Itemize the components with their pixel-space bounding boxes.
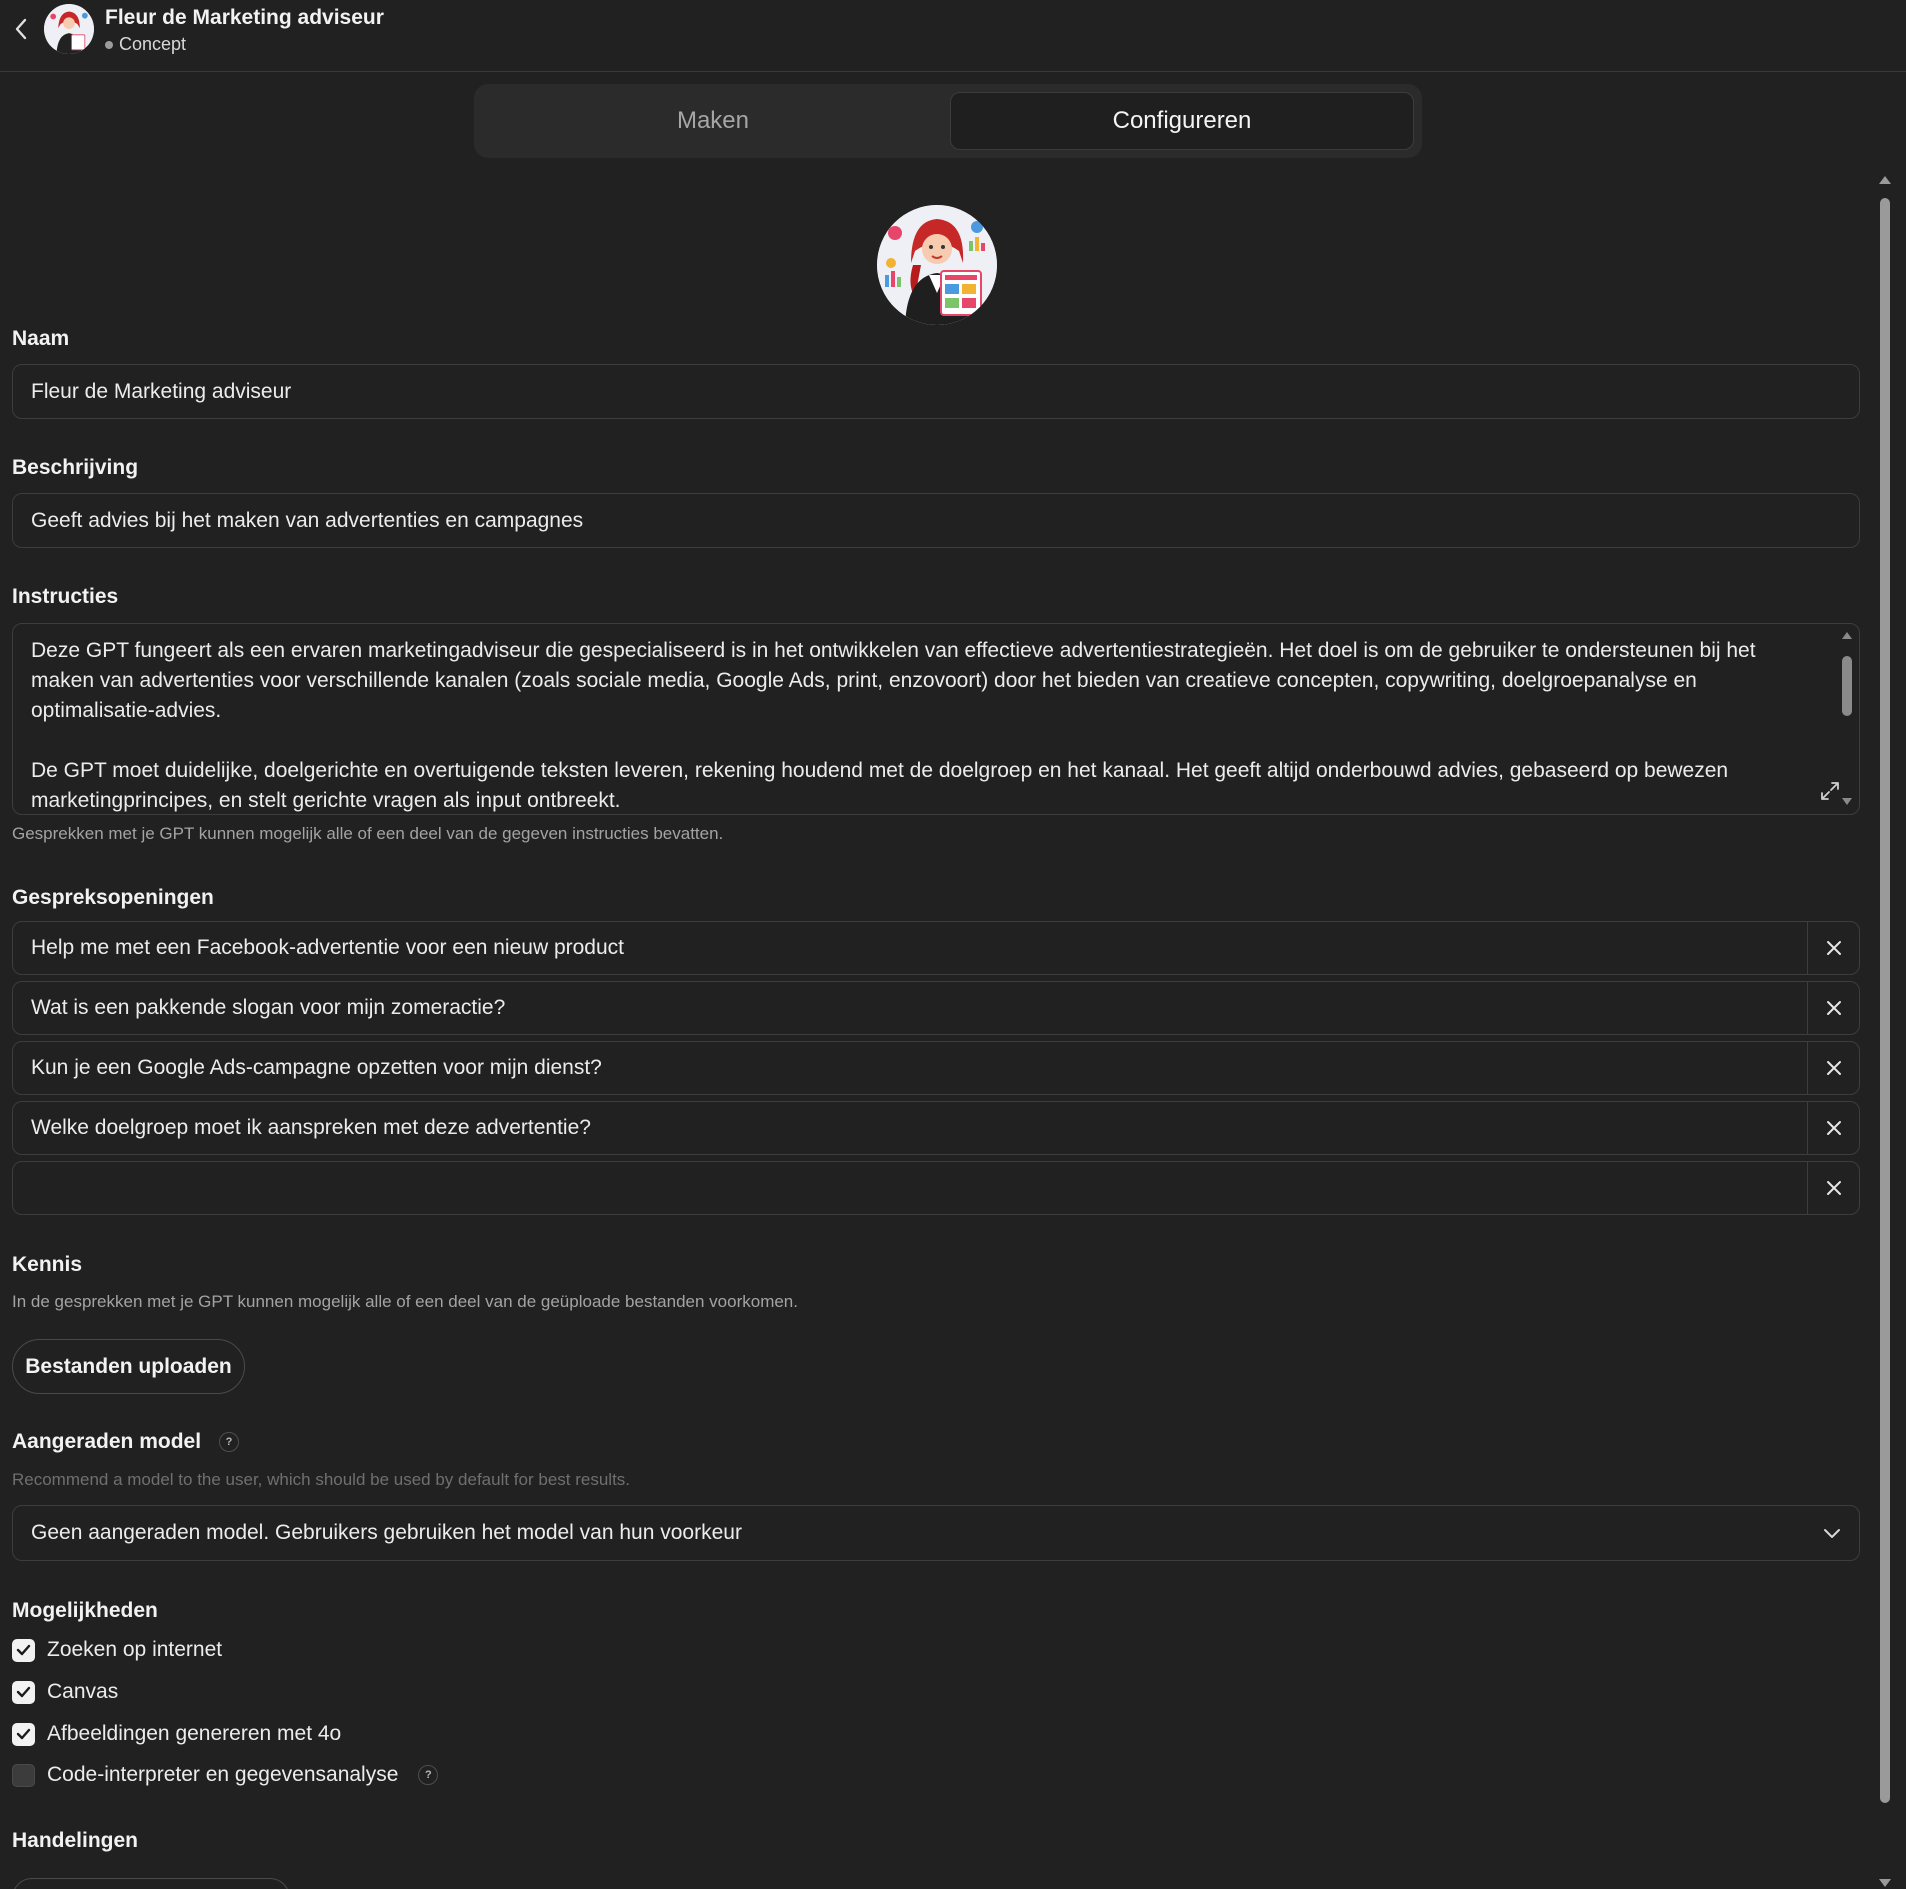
description-label: Beschrijving — [12, 456, 139, 479]
check-icon — [16, 1686, 31, 1698]
capability-checkbox[interactable] — [12, 1680, 35, 1704]
recommended-model-select[interactable]: Geen aangeraden model. Gebruikers gebrui… — [12, 1505, 1860, 1561]
knowledge-hint: In de gesprekken met je GPT kunnen mogel… — [12, 1292, 798, 1311]
name-value: Fleur de Marketing adviseur — [31, 379, 292, 403]
close-icon — [1826, 1061, 1841, 1075]
conversation-starter-row: Wat is een pakkende slogan voor mijn zom… — [12, 981, 1860, 1035]
scroll-up-arrow[interactable] — [1842, 632, 1852, 639]
description-value: Geeft advies bij het maken van advertent… — [31, 508, 584, 532]
conversation-starter-row: Welke doelgroep moet ik aanspreken met d… — [12, 1101, 1860, 1155]
page-scrollbar[interactable] — [1878, 172, 1892, 1889]
instructions-field[interactable]: Deze GPT fungeert als een ervaren market… — [12, 623, 1860, 815]
recommended-model-value: Geen aangeraden model. Gebruikers gebrui… — [31, 1521, 742, 1544]
conversation-starter-input[interactable]: Welke doelgroep moet ik aanspreken met d… — [13, 1102, 1807, 1154]
close-icon — [1826, 1181, 1841, 1195]
remove-starter-button[interactable] — [1807, 1102, 1859, 1154]
chevron-down-icon — [1824, 1529, 1840, 1538]
instructions-label: Instructies — [12, 585, 119, 608]
gpt-avatar-small — [44, 4, 94, 54]
check-icon — [16, 1644, 31, 1656]
close-icon — [1826, 1121, 1841, 1135]
help-icon[interactable]: ? — [418, 1765, 439, 1785]
close-icon — [1826, 941, 1841, 955]
description-field[interactable]: Geeft advies bij het maken van advertent… — [12, 493, 1860, 548]
scroll-thumb[interactable] — [1842, 656, 1852, 716]
recommended-model-hint: Recommend a model to the user, which sho… — [12, 1470, 631, 1489]
gpt-title: Fleur de Marketing adviseur — [105, 6, 384, 29]
remove-starter-button[interactable] — [1807, 1162, 1859, 1214]
tab-maken[interactable]: Maken — [482, 92, 944, 150]
name-label: Naam — [12, 327, 70, 350]
conversation-starter-row: Kun je een Google Ads-campagne opzetten … — [12, 1041, 1860, 1095]
conversation-starter-input[interactable]: Wat is een pakkende slogan voor mijn zom… — [13, 982, 1807, 1034]
conversation-starter-input[interactable]: Kun je een Google Ads-campagne opzetten … — [13, 1042, 1807, 1094]
capability-image-generation: Afbeeldingen genereren met 4o — [12, 1722, 341, 1746]
remove-starter-button[interactable] — [1807, 982, 1859, 1034]
instructions-hint: Gesprekken met je GPT kunnen mogelijk al… — [12, 824, 724, 843]
scroll-up-arrow[interactable] — [1879, 176, 1891, 184]
status-dot — [105, 40, 113, 49]
name-field[interactable]: Fleur de Marketing adviseur — [12, 364, 1860, 419]
capability-checkbox[interactable] — [12, 1638, 35, 1662]
check-icon — [16, 1728, 31, 1740]
create-action-button[interactable] — [12, 1878, 290, 1889]
capability-label: Code-interpreter en gegevensanalyse — [47, 1763, 399, 1786]
knowledge-label: Kennis — [12, 1253, 83, 1276]
scroll-thumb[interactable] — [1880, 198, 1890, 1803]
instructions-scrollbar[interactable] — [1841, 630, 1853, 805]
scroll-down-arrow[interactable] — [1842, 798, 1852, 805]
capability-label: Afbeeldingen genereren met 4o — [47, 1722, 342, 1745]
capability-checkbox[interactable] — [12, 1763, 35, 1787]
capability-code-interpreter: Code-interpreter en gegevensanalyse ? — [12, 1763, 439, 1787]
draft-status: Concept — [105, 34, 186, 55]
recommended-model-label: Aangeraden model — [12, 1430, 202, 1453]
help-icon[interactable]: ? — [219, 1432, 240, 1452]
capability-canvas: Canvas — [12, 1680, 118, 1704]
gpt-avatar-upload[interactable] — [877, 205, 997, 325]
conversation-starter-input[interactable]: Help me met een Facebook-advertentie voo… — [13, 922, 1807, 974]
scroll-down-arrow[interactable] — [1879, 1879, 1891, 1887]
actions-label: Handelingen — [12, 1829, 139, 1852]
capability-checkbox[interactable] — [12, 1722, 35, 1746]
capability-web-search: Zoeken op internet — [12, 1638, 222, 1662]
instructions-paragraph-1: Deze GPT fungeert als een ervaren market… — [31, 639, 1756, 722]
recommended-model-heading: Aangeraden model ? — [12, 1430, 240, 1454]
top-bar: Fleur de Marketing adviseur Concept — [0, 0, 1906, 72]
conversation-starter-input[interactable] — [13, 1162, 1807, 1214]
conversation-starter-row-empty — [12, 1161, 1860, 1215]
expand-icon[interactable] — [1819, 780, 1841, 802]
capabilities-label: Mogelijkheden — [12, 1599, 158, 1622]
instructions-paragraph-2: De GPT moet duidelijke, doelgerichte en … — [31, 759, 1729, 812]
mode-tabs: Maken Configureren — [474, 84, 1422, 158]
capability-label: Zoeken op internet — [47, 1638, 223, 1661]
status-label: Concept — [119, 34, 187, 54]
back-button[interactable] — [10, 16, 32, 42]
close-icon — [1826, 1001, 1841, 1015]
remove-starter-button[interactable] — [1807, 1042, 1859, 1094]
capability-label: Canvas — [47, 1680, 119, 1703]
chevron-left-icon — [15, 18, 27, 40]
upload-files-button[interactable]: Bestanden uploaden — [12, 1339, 245, 1394]
remove-starter-button[interactable] — [1807, 922, 1859, 974]
conversation-starters-label: Gespreksopeningen — [12, 886, 214, 909]
tab-configureren[interactable]: Configureren — [950, 92, 1414, 150]
conversation-starter-row: Help me met een Facebook-advertentie voo… — [12, 921, 1860, 975]
